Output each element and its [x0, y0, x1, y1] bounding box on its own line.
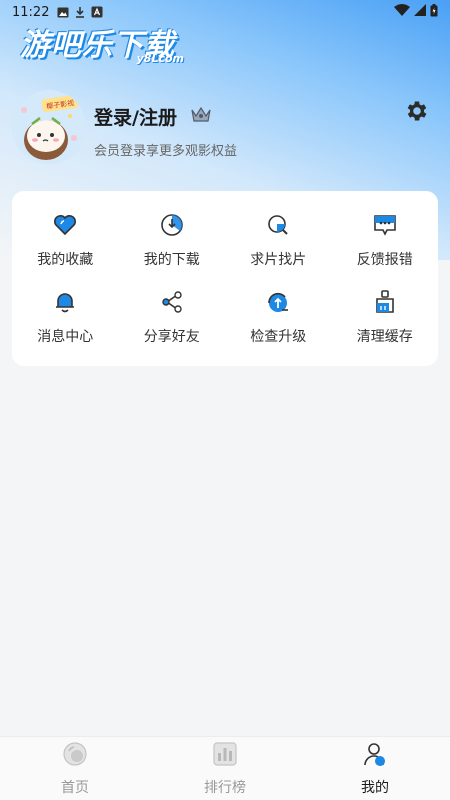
status-time: 11:22	[12, 4, 50, 20]
wifi-icon	[394, 4, 410, 20]
tab-label: 排行榜	[204, 779, 246, 796]
heart-icon	[51, 211, 79, 239]
menu-item-share[interactable]: 分享好友	[119, 279, 226, 357]
signal-icon	[414, 4, 426, 20]
menu-item-check-update[interactable]: 检查升级	[225, 279, 332, 357]
menu-item-clear-cache[interactable]: 清理缓存	[332, 279, 439, 357]
ranking-icon	[212, 741, 238, 771]
menu-label: 检查升级	[250, 329, 307, 346]
keyboard-a-icon	[91, 6, 103, 18]
menu-label: 反馈报错	[356, 251, 413, 268]
vip-crown-icon	[190, 106, 212, 128]
menu-item-messages[interactable]: 消息中心	[12, 279, 119, 357]
login-register-title[interactable]: 登录/注册	[94, 103, 177, 130]
feedback-icon	[371, 211, 399, 239]
battery-icon	[430, 3, 438, 21]
search-film-icon	[264, 211, 292, 239]
menu-label: 消息中心	[37, 329, 94, 346]
brand-subtitle: y8Lcom	[136, 52, 184, 65]
share-icon	[158, 288, 186, 316]
tab-mine[interactable]: 我的	[300, 737, 450, 800]
brand-logo: 游吧乐下载 y8Lcom	[20, 20, 190, 68]
profile-header: 椰子影视 登录/注册 会员登录享更多观影权益	[12, 90, 438, 170]
tab-label: 首页	[61, 779, 89, 796]
function-menu-card: 我的收藏 我的下载 求片找片 反馈报错 消息中心 分享好友 检查升级 清理缓存	[12, 191, 438, 366]
upgrade-icon	[264, 288, 292, 316]
menu-item-downloads[interactable]: 我的下载	[119, 201, 226, 279]
tab-ranking[interactable]: 排行榜	[150, 737, 300, 800]
login-subtitle: 会员登录享更多观影权益	[94, 144, 238, 159]
bottom-tab-bar: 首页 排行榜 我的	[0, 736, 450, 800]
menu-label: 我的下载	[143, 251, 200, 268]
download-status-icon	[75, 6, 85, 18]
profile-icon	[362, 741, 388, 771]
clean-icon	[371, 288, 399, 316]
menu-label: 分享好友	[143, 329, 200, 346]
gallery-icon	[57, 7, 69, 18]
download-icon	[158, 211, 186, 239]
tab-label: 我的	[361, 779, 389, 796]
menu-item-favorites[interactable]: 我的收藏	[12, 201, 119, 279]
avatar[interactable]: 椰子影视	[12, 90, 86, 164]
bell-icon	[51, 288, 79, 316]
menu-label: 求片找片	[250, 251, 307, 268]
settings-gear-icon[interactable]	[404, 98, 430, 128]
menu-label: 我的收藏	[37, 251, 94, 268]
menu-item-request-film[interactable]: 求片找片	[225, 201, 332, 279]
menu-label: 清理缓存	[356, 329, 413, 346]
tab-home[interactable]: 首页	[0, 737, 150, 800]
home-icon	[62, 741, 88, 771]
menu-item-feedback[interactable]: 反馈报错	[332, 201, 439, 279]
